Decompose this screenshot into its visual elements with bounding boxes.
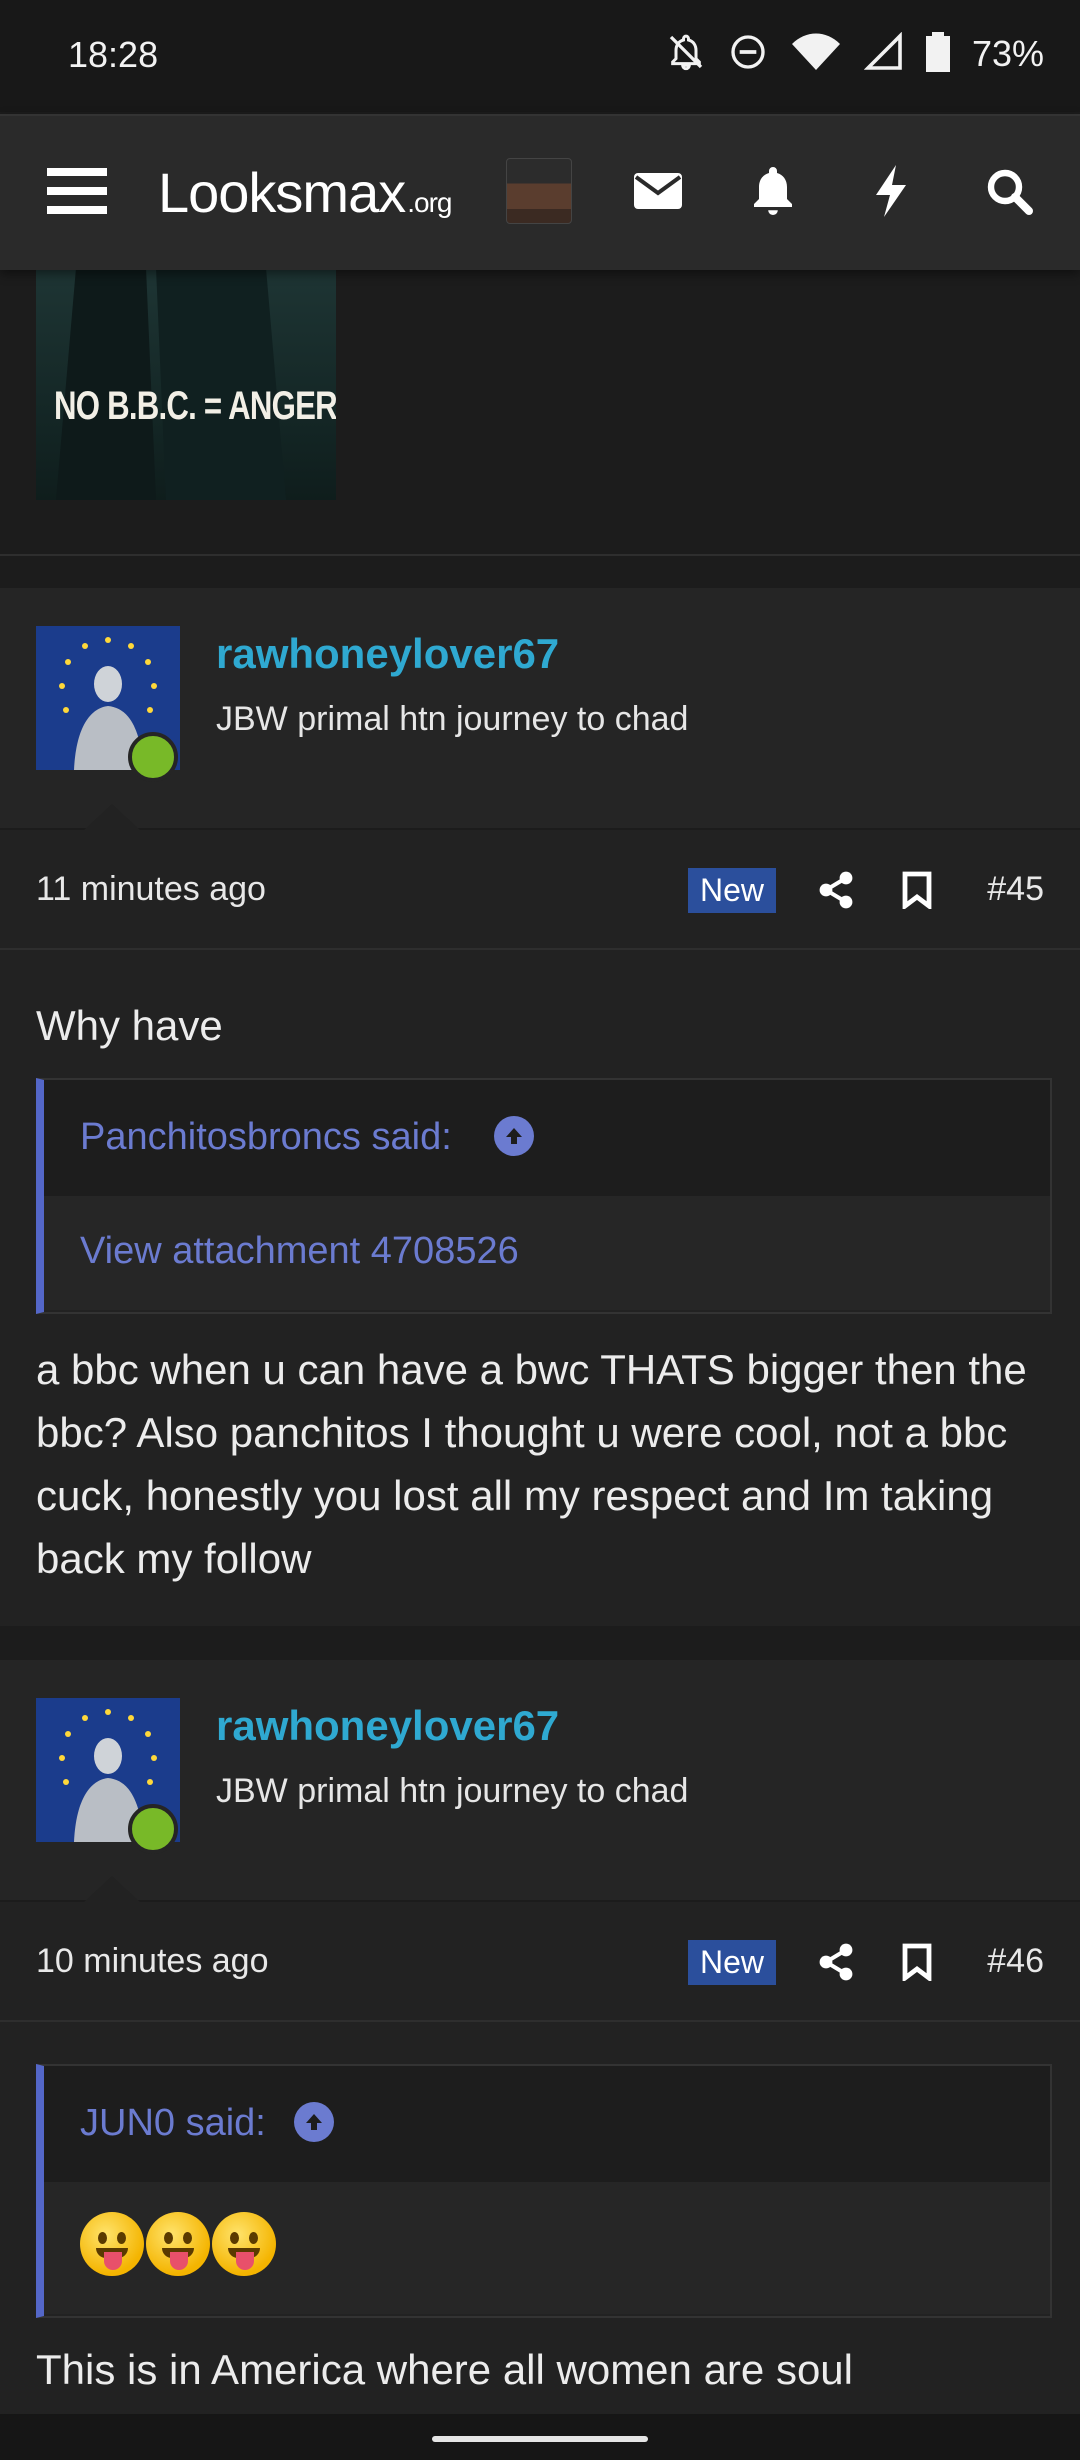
user-title: JBW primal htn journey to chad [216, 1772, 689, 1810]
quote-author[interactable]: JUN0 said: [80, 2102, 266, 2145]
wifi-icon [790, 32, 842, 77]
battery-percent: 73% [971, 33, 1044, 74]
post-divider [0, 1626, 1080, 1658]
post-username[interactable]: rawhoneylover67 [216, 630, 559, 678]
user-arrow [84, 804, 140, 830]
tongue-emoji-icon [212, 2212, 276, 2276]
bookmark-icon[interactable] [893, 866, 941, 914]
dnd-icon [728, 32, 768, 77]
bell-icon[interactable] [738, 156, 808, 226]
bookmark-icon[interactable] [893, 1938, 941, 1986]
status-bar: 18:28 73% [0, 0, 1080, 112]
post-time[interactable]: 10 minutes ago [36, 1942, 269, 1981]
signal-icon [863, 31, 904, 77]
post-meta: 11 minutes ago New #45 [0, 830, 1080, 950]
post-text: a bbc when u can have a bwc THATS bigger… [36, 1346, 1027, 1582]
post-user-block: rawhoneylover67 JBW primal htn journey t… [0, 588, 1080, 828]
attachment-link[interactable]: View attachment 4708526 [80, 1230, 519, 1273]
attachment-image[interactable]: NO B.B.C. = ANGER [36, 268, 336, 500]
share-icon[interactable] [812, 866, 860, 914]
post-divider [0, 554, 1080, 556]
mail-icon[interactable] [623, 156, 693, 226]
home-indicator[interactable] [432, 2436, 648, 2442]
new-badge: New [688, 1940, 777, 1985]
logo-suffix: .org [407, 187, 452, 218]
post-time[interactable]: 11 minutes ago [36, 870, 266, 909]
post-meta: 10 minutes ago New #46 [0, 1902, 1080, 2022]
new-badge: New [688, 868, 777, 913]
post-user-block: rawhoneylover67 JBW primal htn journey t… [0, 1660, 1080, 1900]
post-username[interactable]: rawhoneylover67 [216, 1702, 559, 1750]
menu-icon[interactable] [42, 156, 112, 226]
system-nav-bar [0, 2414, 1080, 2460]
post-content: JUN0 said: This is in America where all … [0, 2022, 1080, 2414]
image-caption: NO B.B.C. = ANGER [54, 384, 336, 428]
online-status-indicator [128, 732, 178, 782]
quote-author[interactable]: Panchitosbroncs said: [80, 1116, 452, 1159]
quote-block[interactable]: Panchitosbroncs said: View attachment 47… [36, 1078, 1052, 1314]
logo-text: Looksmax [158, 161, 406, 224]
online-status-indicator [128, 1804, 178, 1854]
share-icon[interactable] [812, 1938, 860, 1986]
quote-block[interactable]: JUN0 said: [36, 2064, 1052, 2318]
bolt-icon[interactable] [856, 156, 926, 226]
arrow-up-circle-icon[interactable] [294, 2102, 334, 2142]
user-arrow [84, 1876, 140, 1902]
post-text: This is in America where all women are s… [36, 2346, 853, 2393]
bell-off-icon [666, 32, 706, 77]
tongue-emoji-icon [80, 2212, 144, 2276]
site-logo[interactable]: Looksmax.org [158, 160, 452, 225]
tongue-emoji-icon [146, 2212, 210, 2276]
search-icon[interactable] [974, 156, 1044, 226]
battery-icon [925, 31, 950, 77]
post-number[interactable]: #46 [987, 1942, 1044, 1981]
user-title: JBW primal htn journey to chad [216, 700, 689, 738]
status-time: 18:28 [68, 34, 159, 75]
post-content: Why have Panchitosbroncs said: View atta… [0, 950, 1080, 1628]
arrow-up-circle-icon[interactable] [494, 1116, 534, 1156]
post-text: Why have [36, 1002, 223, 1049]
post-number[interactable]: #45 [987, 870, 1044, 909]
avatar[interactable] [506, 158, 572, 224]
